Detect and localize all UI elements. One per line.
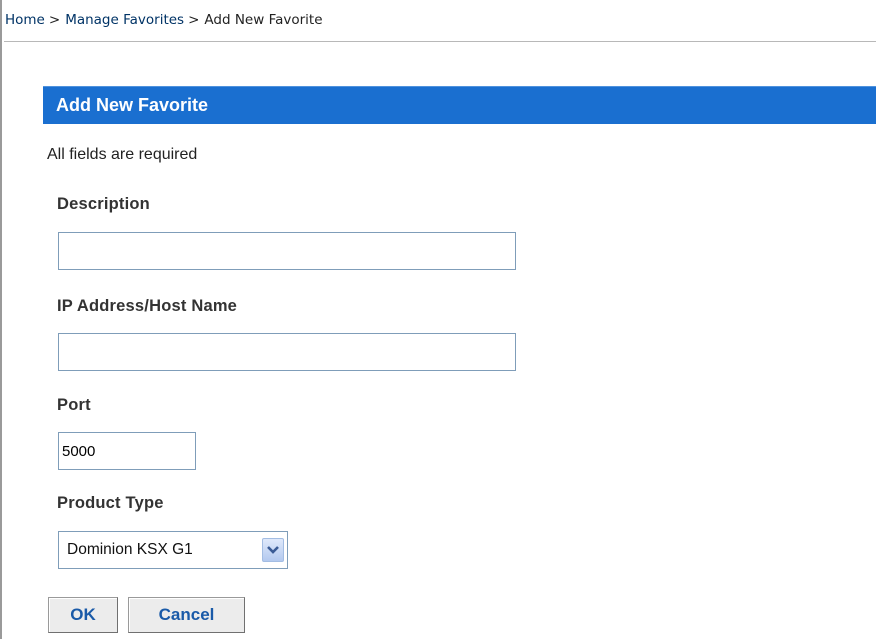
- product-type-selected-value: Dominion KSX G1: [67, 541, 193, 558]
- description-input[interactable]: [58, 232, 516, 270]
- ip-address-input[interactable]: [58, 333, 516, 371]
- breadcrumb-separator: >: [48, 12, 61, 28]
- ip-address-label: IP Address/Host Name: [57, 297, 238, 315]
- dropdown-button[interactable]: [262, 538, 284, 562]
- breadcrumb-separator: >: [188, 12, 200, 28]
- breadcrumb-manage-favorites-link[interactable]: Manage Favorites: [65, 12, 184, 28]
- description-label: Description: [57, 195, 150, 213]
- required-note: All fields are required: [47, 146, 198, 163]
- breadcrumb-current: Add New Favorite: [204, 12, 323, 28]
- chevron-down-icon: [267, 546, 279, 554]
- port-input[interactable]: [58, 432, 196, 470]
- section-header: Add New Favorite: [43, 86, 876, 124]
- cancel-button[interactable]: Cancel: [128, 597, 245, 633]
- port-label: Port: [57, 396, 91, 414]
- product-type-label: Product Type: [57, 494, 164, 512]
- breadcrumb: Home > Manage Favorites > Add New Favorite: [4, 0, 876, 42]
- breadcrumb-home-link[interactable]: Home: [5, 12, 45, 28]
- product-type-select[interactable]: Dominion KSX G1: [58, 531, 288, 569]
- ok-button[interactable]: OK: [48, 597, 118, 633]
